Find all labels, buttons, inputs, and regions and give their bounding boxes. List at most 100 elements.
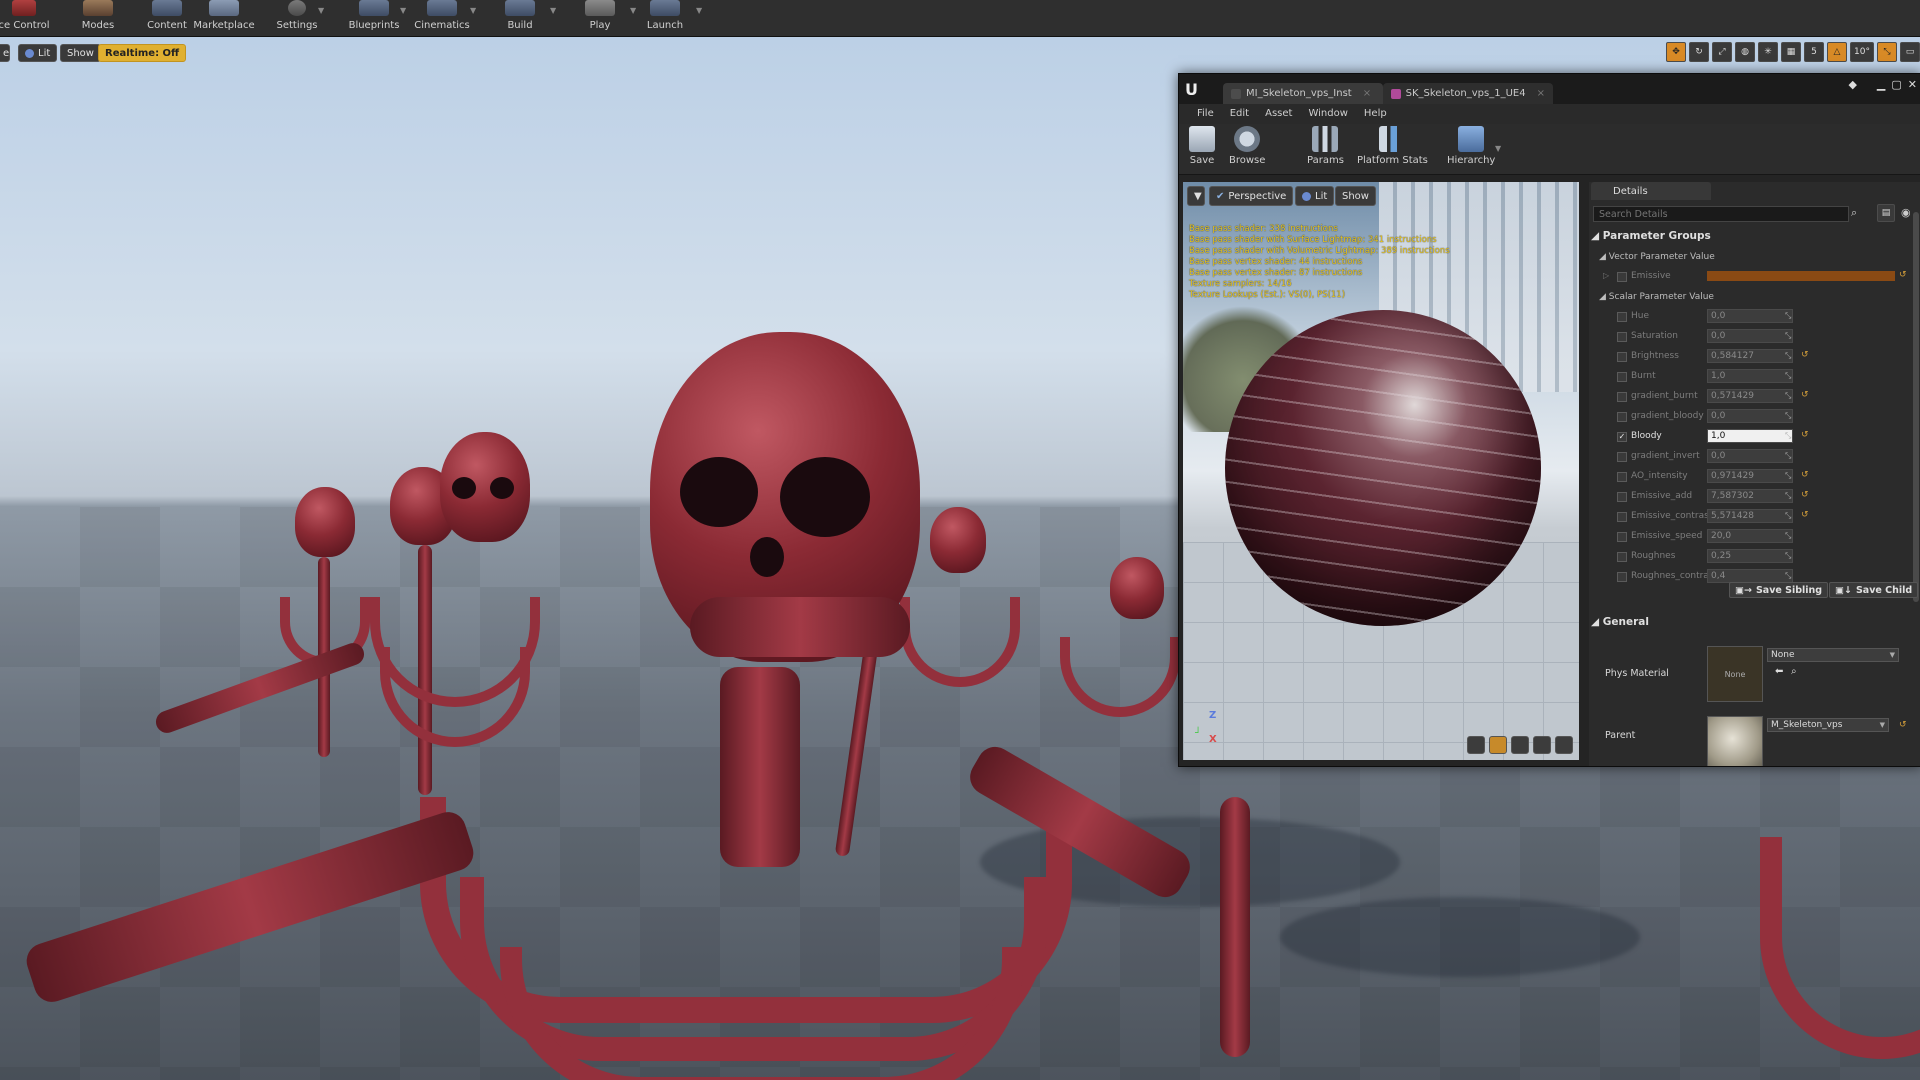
reset-icon[interactable]: ↺	[1801, 490, 1809, 500]
camera-speed-icon[interactable]: ▭	[1900, 42, 1920, 62]
drag-handle-icon[interactable]: ⤡	[1785, 571, 1791, 581]
parameter-value-input[interactable]: 0,0	[1707, 329, 1793, 343]
cube-preview-icon[interactable]	[1533, 736, 1551, 754]
close-tab-icon[interactable]: ×	[1363, 88, 1371, 99]
save-child-button[interactable]: ▣↓ Save Child	[1829, 582, 1919, 598]
parameter-value-input[interactable]: 0,571429	[1707, 389, 1793, 403]
parameter-value-input[interactable]: 5,571428	[1707, 509, 1793, 523]
viewport-show-button[interactable]: Show	[60, 44, 101, 62]
drag-handle-icon[interactable]: ⤡	[1785, 371, 1791, 381]
play-dropdown-icon[interactable]: ▼	[630, 6, 636, 15]
drag-handle-icon[interactable]: ⤡	[1785, 511, 1791, 521]
parameter-override-checkbox[interactable]	[1617, 472, 1627, 482]
surface-snap-icon[interactable]: ✳	[1758, 42, 1778, 62]
menu-window[interactable]: Window	[1300, 104, 1355, 124]
preview-options-dropdown[interactable]: ▼	[1187, 186, 1205, 206]
parameter-override-checkbox[interactable]	[1617, 312, 1627, 322]
material-preview-viewport[interactable]: ▼ ✔ Perspective Lit Show Base pass shade…	[1183, 182, 1579, 760]
viewport-lit-button[interactable]: Lit	[18, 44, 58, 62]
save-button[interactable]: Save	[1189, 126, 1215, 166]
menu-asset[interactable]: Asset	[1257, 104, 1300, 124]
play-button[interactable]: Play	[585, 0, 615, 34]
parameter-value-input[interactable]: 0,0	[1707, 449, 1793, 463]
drag-handle-icon[interactable]: ⤡	[1785, 451, 1791, 461]
scale-icon[interactable]: ⤢	[1712, 42, 1732, 62]
build-button[interactable]: Build	[504, 0, 536, 34]
use-selected-arrow-icon[interactable]: ⬅	[1775, 666, 1783, 677]
parent-material-thumbnail[interactable]	[1707, 716, 1763, 766]
menu-edit[interactable]: Edit	[1222, 104, 1257, 124]
parameter-override-checkbox[interactable]	[1617, 492, 1627, 502]
plane-preview-icon[interactable]	[1511, 736, 1529, 754]
pin-icon[interactable]: ◆	[1848, 78, 1856, 91]
parameter-value-input[interactable]: 0,584127	[1707, 349, 1793, 363]
parameter-value-input[interactable]: 1,0	[1707, 429, 1793, 443]
parameter-override-checkbox[interactable]	[1617, 532, 1627, 542]
drag-handle-icon[interactable]: ⤡	[1785, 391, 1791, 401]
source-control-button[interactable]: ce Control	[0, 0, 50, 34]
grid-snap-value[interactable]: 5	[1804, 42, 1824, 62]
close-icon[interactable]: ✕	[1908, 78, 1917, 91]
reset-icon[interactable]: ↺	[1801, 430, 1809, 440]
translate-icon[interactable]: ✥	[1666, 42, 1686, 62]
parameter-value-input[interactable]: 0,0	[1707, 309, 1793, 323]
viewport-options-button[interactable]: e	[0, 44, 10, 62]
tab-skeletal-mesh[interactable]: SK_Skeleton_vps_1_UE4 ×	[1383, 83, 1553, 104]
maximize-icon[interactable]: ▢	[1891, 78, 1901, 91]
parameter-override-checkbox[interactable]	[1617, 352, 1627, 362]
grid-snap-icon[interactable]: ▦	[1781, 42, 1801, 62]
browse-search-icon[interactable]: ⌕	[1791, 666, 1797, 677]
parameter-value-input[interactable]: 20,0	[1707, 529, 1793, 543]
cylinder-preview-icon[interactable]	[1467, 736, 1485, 754]
drag-handle-icon[interactable]: ⤡	[1785, 311, 1791, 321]
mesh-preview-icon[interactable]	[1555, 736, 1573, 754]
launch-button[interactable]: Launch	[646, 0, 684, 34]
reset-icon[interactable]: ↺	[1899, 720, 1907, 730]
browse-button[interactable]: Browse	[1229, 126, 1265, 166]
reset-icon[interactable]: ↺	[1899, 270, 1907, 280]
general-section-header[interactable]: ◢ General	[1591, 616, 1917, 628]
emissive-color-swatch[interactable]	[1707, 271, 1895, 281]
drag-handle-icon[interactable]: ⤡	[1785, 351, 1791, 361]
parameter-override-checkbox[interactable]	[1617, 412, 1627, 422]
scalar-parameter-header[interactable]: ◢ Scalar Parameter Value	[1599, 292, 1714, 302]
parameter-override-checkbox[interactable]: ✓	[1617, 432, 1627, 442]
reset-icon[interactable]: ↺	[1801, 390, 1809, 400]
parameter-value-input[interactable]: 0,0	[1707, 409, 1793, 423]
drag-handle-icon[interactable]: ⤡	[1785, 551, 1791, 561]
preview-lit-button[interactable]: Lit	[1295, 186, 1335, 206]
parameter-value-input[interactable]: 0,971429	[1707, 469, 1793, 483]
parameter-value-input[interactable]: 0,4	[1707, 569, 1793, 583]
sphere-preview-icon[interactable]	[1489, 736, 1507, 754]
eye-visibility-icon[interactable]: ◉	[1901, 206, 1911, 219]
search-icon[interactable]: ⌕	[1851, 206, 1865, 220]
menu-help[interactable]: Help	[1356, 104, 1395, 124]
parameter-override-checkbox[interactable]	[1617, 552, 1627, 562]
parameter-override-checkbox[interactable]	[1617, 512, 1627, 522]
parameter-value-input[interactable]: 0,25	[1707, 549, 1793, 563]
details-tab[interactable]: Details	[1591, 182, 1711, 200]
view-options-icon[interactable]: ▤	[1877, 204, 1895, 222]
parameter-override-checkbox[interactable]	[1617, 452, 1627, 462]
marketplace-button[interactable]: Marketplace	[193, 0, 255, 34]
phys-material-thumbnail[interactable]: None	[1707, 646, 1763, 702]
expand-arrow-icon[interactable]: ▷	[1603, 271, 1609, 280]
platform-stats-button[interactable]: Platform Stats	[1357, 126, 1428, 166]
hierarchy-button[interactable]: Hierarchy	[1447, 126, 1495, 166]
search-details-input[interactable]	[1593, 206, 1849, 222]
rotation-snap-value[interactable]: 10°	[1850, 42, 1874, 62]
tab-material-instance[interactable]: MI_Skeleton_vps_Inst ×	[1223, 83, 1383, 104]
menu-file[interactable]: File	[1189, 104, 1222, 124]
phys-material-combo[interactable]: None ▼	[1767, 648, 1899, 662]
preview-show-button[interactable]: Show	[1335, 186, 1376, 206]
rotate-icon[interactable]: ↻	[1689, 42, 1709, 62]
save-sibling-button[interactable]: ▣→ Save Sibling	[1729, 582, 1829, 598]
reset-icon[interactable]: ↺	[1801, 470, 1809, 480]
realtime-off-button[interactable]: Realtime: Off	[98, 44, 187, 62]
minimize-icon[interactable]: ▁	[1877, 78, 1885, 91]
parameter-value-input[interactable]: 1,0	[1707, 369, 1793, 383]
window-titlebar[interactable]: U MI_Skeleton_vps_Inst × SK_Skeleton_vps…	[1179, 74, 1920, 104]
parameter-override-checkbox[interactable]	[1617, 392, 1627, 402]
hierarchy-dropdown-icon[interactable]: ▼	[1495, 144, 1501, 153]
settings-dropdown-icon[interactable]: ▼	[318, 6, 324, 15]
